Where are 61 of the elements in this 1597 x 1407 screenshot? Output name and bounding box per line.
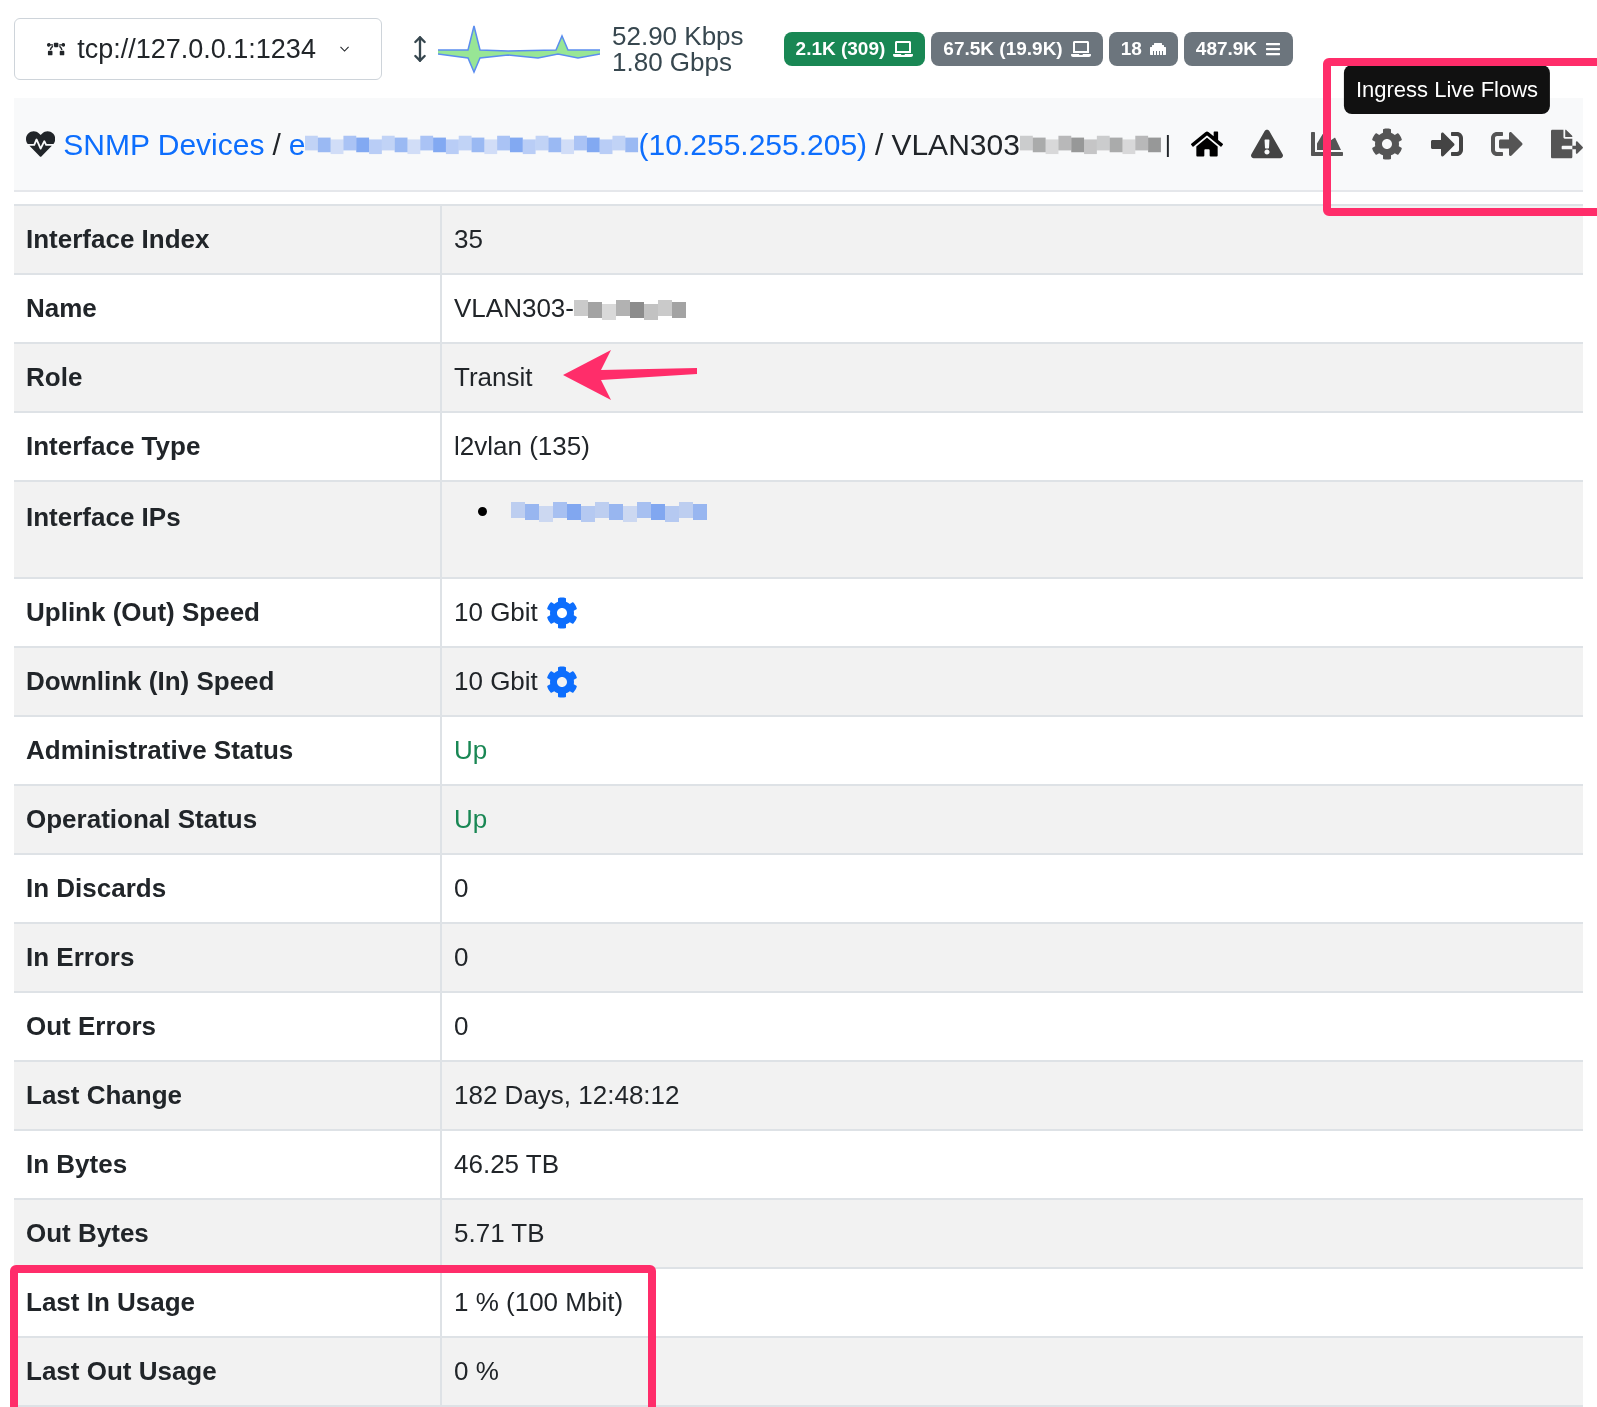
table-cell-text: 35 — [454, 223, 483, 256]
table-cell-text: 1 % (100 Mbit) — [454, 1286, 624, 1319]
upload-rate: 52.90 Kbps — [612, 23, 744, 49]
settings-icon[interactable] — [545, 596, 578, 629]
counter-badge[interactable]: 487.9K — [1183, 32, 1294, 66]
table-cell-text: VLAN303- — [454, 292, 574, 325]
row-label: Name — [26, 292, 97, 325]
status-text: Up — [454, 803, 488, 836]
list-icon — [1265, 41, 1282, 57]
table-cell-text: 46.25 TB — [454, 1148, 560, 1181]
row-label: In Errors — [26, 941, 135, 974]
row-label: Out Bytes — [26, 1217, 149, 1250]
breadcrumb-divider: | — [1164, 129, 1171, 159]
bullet-icon — [478, 506, 487, 516]
row-label: Interface Index — [26, 223, 210, 256]
row-label: Last Change — [26, 1079, 183, 1112]
ethernet-port-icon — [1149, 41, 1166, 57]
row-label: Role — [26, 361, 83, 394]
laptop-icon — [1070, 39, 1091, 59]
table-cell-text: 0 % — [454, 1355, 499, 1388]
breadcrumb-separator: / — [875, 126, 884, 163]
row-label: Operational Status — [26, 803, 258, 836]
row-label: Last In Usage — [26, 1286, 196, 1319]
download-rate: 1.80 Gbps — [612, 49, 732, 75]
settings-icon[interactable] — [545, 665, 578, 698]
connection-label: tcp://127.0.0.1:1234 — [77, 32, 316, 66]
counter-badge[interactable]: 67.5K (19.9K) — [931, 32, 1103, 66]
table-cell-text: 5.71 TB — [454, 1217, 545, 1250]
table-cell-text: 0 — [454, 872, 469, 905]
table-cell-text: Transit — [454, 361, 533, 394]
connection-dropdown[interactable]: tcp://127.0.0.1:1234 — [14, 18, 382, 80]
table-cell-text: 0 — [454, 1010, 469, 1043]
table-cell-text: l2vlan (135) — [454, 430, 590, 463]
row-label: Downlink (In) Speed — [26, 665, 275, 698]
file-export-icon[interactable] — [1551, 128, 1583, 160]
table-cell-text: 10 Gbit — [454, 596, 538, 629]
counter-badge[interactable]: 18 — [1108, 32, 1178, 66]
heartbeat-icon — [26, 128, 56, 160]
breadcrumb-link[interactable]: SNMP Devices — [63, 121, 265, 167]
row-label: In Discards — [26, 872, 167, 905]
warning-icon[interactable] — [1251, 128, 1283, 160]
row-label: Administrative Status — [26, 734, 294, 767]
row-label: Last Out Usage — [26, 1355, 217, 1388]
counter-badge[interactable]: 2.1K (309) — [783, 32, 926, 66]
table-cell-text: 0 — [454, 941, 469, 974]
chevron-down-icon — [339, 44, 349, 54]
settings-icon[interactable] — [1371, 128, 1403, 160]
row-label: Out Errors — [26, 1010, 157, 1043]
row-label: Uplink (Out) Speed — [26, 596, 260, 629]
breadcrumb-separator: / — [272, 126, 281, 163]
table-cell-text: 10 Gbit — [454, 665, 538, 698]
tooltip: Ingress Live Flows — [1343, 65, 1551, 114]
breadcrumb-link[interactable]: (10.255.255.205) — [638, 121, 868, 167]
breadcrumb-current: VLAN303 — [891, 126, 1020, 163]
laptop-icon — [893, 39, 914, 59]
table-cell-text: 182 Days, 12:48:12 — [454, 1079, 680, 1112]
row-label: Interface IPs — [26, 501, 181, 534]
breadcrumb-link[interactable]: e — [288, 121, 306, 167]
row-label: In Bytes — [26, 1148, 128, 1181]
status-text: Up — [454, 734, 488, 767]
row-label: Interface Type — [26, 430, 201, 463]
